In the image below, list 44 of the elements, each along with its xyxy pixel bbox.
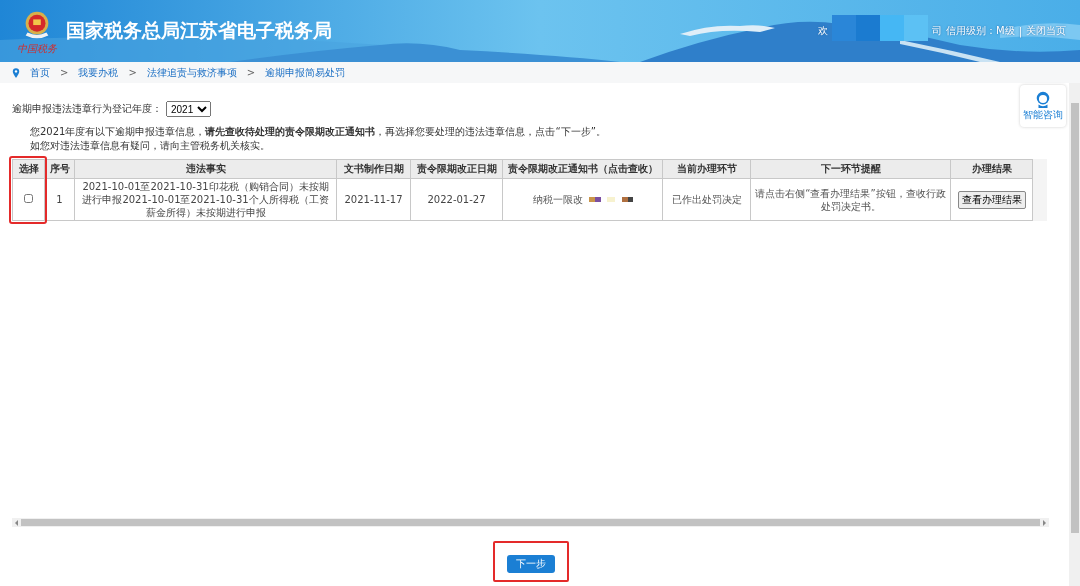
highlight-frame <box>9 156 47 224</box>
column-header: 下一环节提醒 <box>750 159 951 179</box>
table-cell: 1 <box>44 178 75 221</box>
table-cell: 请点击右侧“查看办理结果”按钮，查收行政处罚决定书。 <box>750 178 951 221</box>
breadcrumb-link[interactable]: 逾期申报简易处罚 <box>265 65 346 80</box>
breadcrumb-separator: > <box>128 67 137 78</box>
column-header: 文书制作日期 <box>336 159 411 179</box>
credit-level: 信用级别：M级 <box>946 24 1015 38</box>
year-select[interactable]: 2021 <box>166 101 211 117</box>
help-widget[interactable]: 智能咨询 <box>1020 85 1066 127</box>
welcome-text: 司 <box>932 24 942 38</box>
notice-text: 您2021年度有以下逾期申报违章信息，请先查收待处理的责令限期改正通知书，再选择您要处理的违法违章信息，点击“下一步”。 <box>29 125 607 139</box>
table-cell: 2022-01-27 <box>410 178 503 221</box>
customer-service-icon <box>1034 90 1052 108</box>
breadcrumb-separator: > <box>60 67 69 78</box>
logo-caption: 中国税务 <box>17 42 57 54</box>
next-step-button[interactable]: 下一步 <box>506 555 555 573</box>
notice-text: 如您对违法违章信息有疑问，请向主管税务机关核实。 <box>29 139 271 153</box>
row-checkbox[interactable] <box>24 194 33 203</box>
separator: | <box>1018 25 1022 37</box>
column-header: 选择 <box>12 159 45 179</box>
column-header: 当前办理环节 <box>662 159 751 179</box>
column-header: 责令限期改正日期 <box>410 159 503 179</box>
blurred-patch <box>588 197 633 202</box>
table-cell: 已作出处罚决定 <box>662 178 751 221</box>
breadcrumb-link[interactable]: 我要办税 <box>78 65 119 80</box>
horizontal-scrollbar[interactable] <box>12 518 1049 527</box>
notice-link[interactable]: 纳税一限改 <box>532 193 583 206</box>
view-result-button[interactable]: 查看办理结果 <box>957 190 1026 209</box>
table-cell: 2021-10-01至2021-10-31印花税（购销合同）未按期进行申报2021-10-01至2021-10-31个人所得税（工资薪金所得）未按期进行申报 <box>74 178 337 221</box>
column-header: 责令限期改正通知书（点击查收） <box>502 159 663 179</box>
site-title: 国家税务总局江苏省电子税务局 <box>66 18 332 43</box>
vertical-scrollbar[interactable] <box>1069 83 1080 586</box>
location-pin-icon <box>12 67 20 78</box>
column-header: 办理结果 <box>950 159 1033 179</box>
breadcrumb-separator: > <box>246 67 256 78</box>
year-label: 逾期申报违法违章行为登记年度： <box>12 102 162 116</box>
breadcrumb-link[interactable]: 首页 <box>30 65 50 80</box>
help-label: 智能咨询 <box>1023 108 1063 122</box>
breadcrumb-link[interactable]: 法律追责与救济事项 <box>146 65 237 80</box>
welcome-text: 欢 <box>818 24 828 38</box>
table-background <box>1033 159 1047 221</box>
column-header: 违法事实 <box>74 159 337 179</box>
table-cell: 2021-11-17 <box>336 178 411 221</box>
